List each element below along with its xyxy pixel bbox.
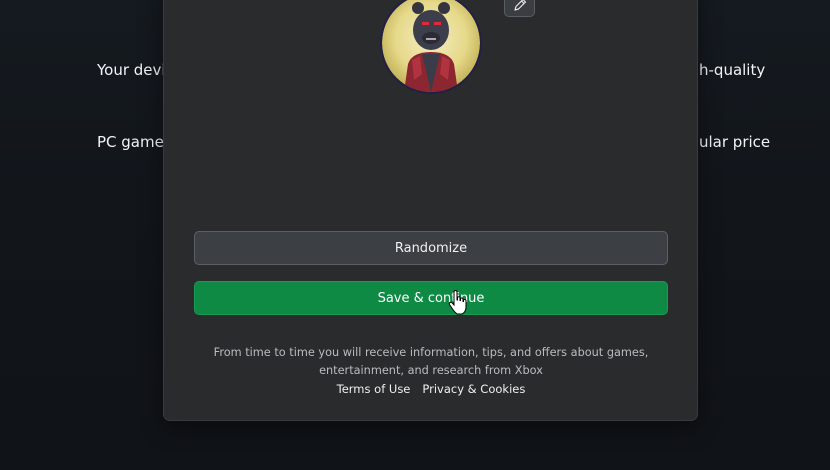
privacy-cookies-link[interactable]: Privacy & Cookies [422,382,525,396]
marketing-disclaimer: From time to time you will receive infor… [213,346,649,377]
save-continue-button[interactable]: Save & continue [194,281,668,315]
background-line: Your devi [97,61,166,79]
background-text-right: h-quality ular price [699,10,770,178]
gamerpic-avatar-icon [382,0,480,92]
background-line: ular price [699,133,771,151]
save-continue-label: Save & continue [377,290,485,306]
hand-cursor-icon [448,290,467,315]
footer-links: Terms of Use Privacy & Cookies [194,382,668,396]
pencil-icon [513,0,526,11]
background-text-left: Your devi PC games [97,10,172,178]
background-line: h-quality [699,61,766,79]
background-line: PC games [97,133,172,151]
terms-of-use-link[interactable]: Terms of Use [337,382,411,396]
randomize-button[interactable]: Randomize [194,231,668,265]
edit-avatar-button[interactable] [504,0,535,17]
randomize-label: Randomize [394,240,468,256]
